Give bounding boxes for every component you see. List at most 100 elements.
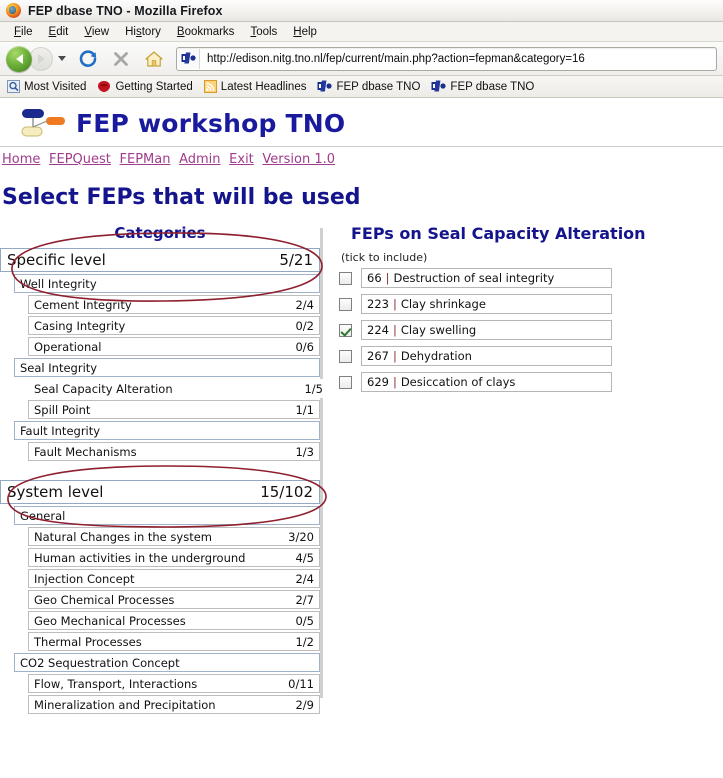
category-row-thermal-processes[interactable]: Thermal Processes 1/2 [28,632,320,651]
category-name: Mineralization and Precipitation [34,697,216,712]
category-row-geo-mechanical-processes[interactable]: Geo Mechanical Processes 0/5 [28,611,320,630]
category-count: 2/4 [295,571,314,586]
category-name: Thermal Processes [34,634,142,649]
bookmark-fep-dbase-tno-1[interactable]: FEP dbase TNO [317,80,420,93]
rss-feed-icon [203,80,217,93]
main-heading: Select FEPs that will be used [2,185,361,210]
window-title: FEP dbase TNO - Mozilla Firefox [28,3,223,18]
category-row-flow-transport-interactions[interactable]: Flow, Transport, Interactions 0/11 [28,674,320,693]
bookmark-latest-headlines[interactable]: Latest Headlines [203,80,306,93]
url-text[interactable]: http://edison.nitg.tno.nl/fep/current/ma… [200,53,585,65]
most-visited-icon [7,80,20,93]
tno-site-icon [431,80,447,93]
fep-checkbox-66[interactable] [339,271,352,285]
stop-button[interactable] [112,50,130,68]
site-nav: Home FEPQuest FEPMan Admin Exit Version … [0,147,723,167]
level-name: Specific level [7,251,106,269]
group-row-seal-integrity[interactable]: Seal Integrity [14,358,320,377]
fep-checkbox-224[interactable] [339,323,352,337]
site-favicon-icon [177,48,200,69]
fep-row-66: 66 | Destruction of seal integrity [339,268,723,288]
reload-button[interactable] [78,49,98,69]
category-row-natural-changes[interactable]: Natural Changes in the system 3/20 [28,527,320,546]
fep-label-267[interactable]: 267 | Dehydration [361,346,612,366]
category-row-seal-capacity-alteration[interactable]: Seal Capacity Alteration 1/5 [28,379,329,398]
firefox-start-icon [97,80,111,93]
site-header: FEP workshop TNO [0,98,723,146]
nav-link-version[interactable]: Version 1.0 [262,152,335,167]
fep-id: 66 [367,271,382,285]
fep-checkbox-629[interactable] [339,375,352,389]
fep-label-223[interactable]: 223 | Clay shrinkage [361,294,612,314]
fep-label-224[interactable]: 224 | Clay swelling [361,320,612,340]
category-count: 0/11 [288,676,314,691]
category-name: Operational [34,339,102,354]
bookmark-most-visited[interactable]: Most Visited [7,80,86,93]
fep-separator: | [392,323,397,337]
bookmark-getting-started[interactable]: Getting Started [97,80,193,93]
category-count: 0/2 [295,318,314,333]
level-spacer [0,463,320,480]
category-row-geo-chemical-processes[interactable]: Geo Chemical Processes 2/7 [28,590,320,609]
category-row-operational[interactable]: Operational 0/6 [28,337,320,356]
level-row-system[interactable]: System level 15/102 [0,480,320,504]
forward-button[interactable] [29,46,53,71]
category-name: Seal Capacity Alteration [34,381,173,396]
nav-link-fepquest[interactable]: FEPQuest [49,152,111,167]
category-count: 1/2 [295,634,314,649]
menu-history[interactable]: History [117,25,169,39]
nav-link-exit[interactable]: Exit [229,152,254,167]
menu-tools[interactable]: Tools [242,25,285,39]
menu-help[interactable]: Help [285,25,325,39]
fep-label-66[interactable]: 66 | Destruction of seal integrity [361,268,612,288]
category-row-human-activities[interactable]: Human activities in the underground 4/5 [28,548,320,567]
fep-checkbox-223[interactable] [339,297,352,311]
fep-checkbox-267[interactable] [339,349,352,363]
back-button[interactable] [6,45,32,72]
category-row-cement-integrity[interactable]: Cement Integrity 2/4 [28,295,320,314]
category-row-injection-concept[interactable]: Injection Concept 2/4 [28,569,320,588]
category-name: Casing Integrity [34,318,126,333]
chevron-right-icon [37,53,45,64]
category-row-mineralization-and-precipitation[interactable]: Mineralization and Precipitation 2/9 [28,695,320,714]
fep-id: 224 [367,323,389,337]
category-count: 1/1 [295,402,314,417]
category-row-casing-integrity[interactable]: Casing Integrity 0/2 [28,316,320,335]
content-columns: Categories Specific level 5/21 Well Inte… [0,218,723,716]
reload-icon [79,49,97,67]
group-row-general[interactable]: General [14,506,320,525]
nav-link-home[interactable]: Home [2,152,40,167]
nav-link-fepman[interactable]: FEPMan [120,152,171,167]
bookmark-fep-dbase-tno-2[interactable]: FEP dbase TNO [431,80,534,93]
group-row-fault-integrity[interactable]: Fault Integrity [14,421,320,440]
menu-bookmarks[interactable]: Bookmarks [169,25,243,39]
chevron-down-icon[interactable] [58,56,66,61]
fep-separator: | [392,349,397,363]
level-name: System level [7,483,104,501]
home-icon [145,50,163,67]
level-row-specific[interactable]: Specific level 5/21 [0,248,320,272]
category-row-fault-mechanisms[interactable]: Fault Mechanisms 1/3 [28,442,320,461]
address-bar[interactable]: http://edison.nitg.tno.nl/fep/current/ma… [176,46,717,71]
fep-name: Desiccation of clays [400,375,516,389]
home-button[interactable] [144,49,164,69]
category-count: 3/20 [288,529,314,544]
category-name: Flow, Transport, Interactions [34,676,198,691]
group-row-co2-sequestration-concept[interactable]: CO2 Sequestration Concept [14,653,320,672]
group-name: Well Integrity [20,276,97,291]
menu-edit[interactable]: Edit [41,25,77,39]
nav-link-admin[interactable]: Admin [179,152,220,167]
back-forward-group [6,45,66,72]
page-content: FEP workshop TNO Home FEPQuest FEPMan Ad… [0,98,723,776]
menu-file[interactable]: File [6,25,41,39]
category-name: Cement Integrity [34,297,132,312]
category-count: 2/4 [295,297,314,312]
fep-label-629[interactable]: 629 | Desiccation of clays [361,372,612,392]
category-row-spill-point[interactable]: Spill Point 1/1 [28,400,320,419]
menu-view[interactable]: View [76,25,117,39]
fep-workshop-logo-icon [21,109,65,137]
fep-name: Clay swelling [400,323,477,337]
bookmark-label: Most Visited [24,80,87,93]
group-row-well-integrity[interactable]: Well Integrity [14,274,320,293]
fep-name: Destruction of seal integrity [393,271,555,285]
